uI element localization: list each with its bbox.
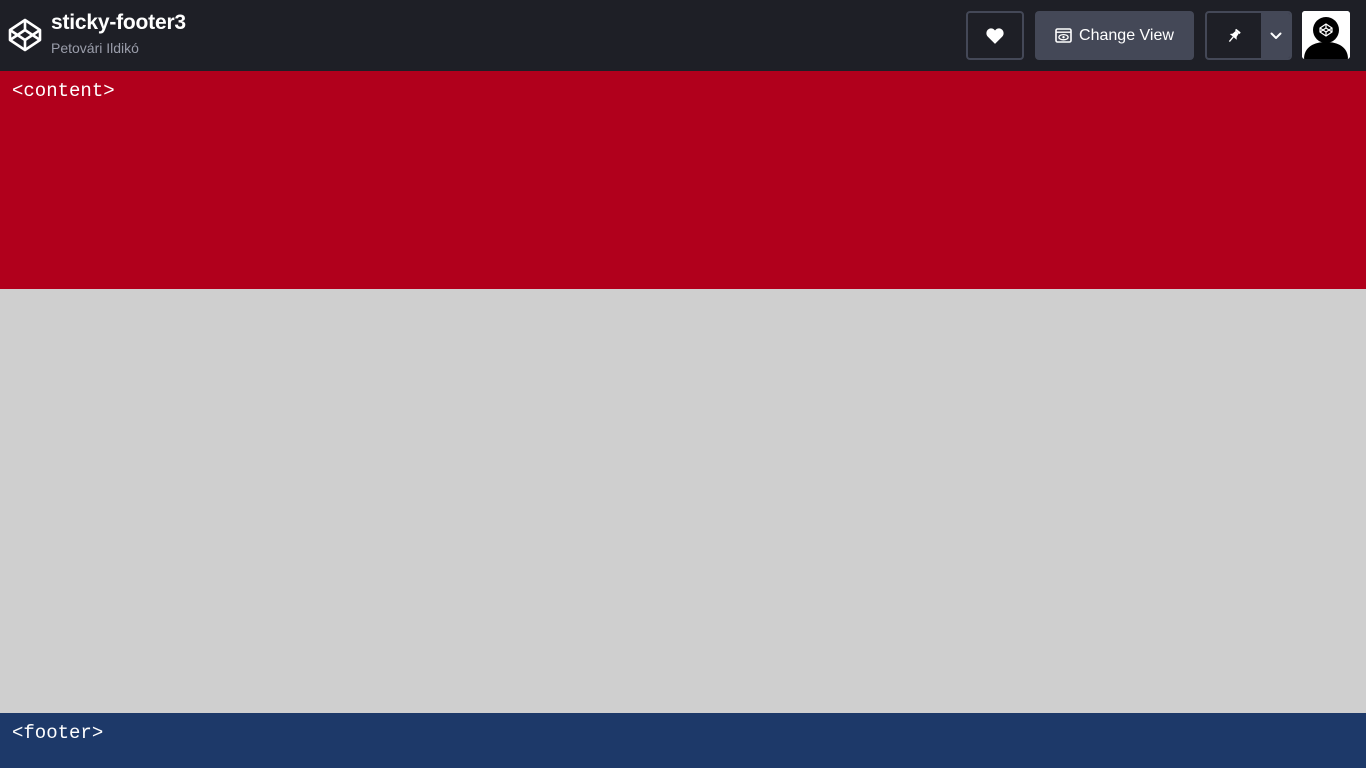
content-label: <content> bbox=[12, 80, 115, 102]
pin-dropdown-button[interactable] bbox=[1261, 13, 1290, 58]
pin-button-group bbox=[1205, 11, 1292, 60]
pen-author[interactable]: Petovári Ildikó bbox=[51, 40, 139, 56]
eye-window-icon bbox=[1055, 28, 1072, 43]
change-view-button[interactable]: Change View bbox=[1035, 11, 1194, 60]
chevron-down-icon bbox=[1270, 32, 1281, 39]
heart-button[interactable] bbox=[966, 11, 1024, 60]
avatar-image bbox=[1302, 11, 1350, 59]
page-body-area bbox=[0, 289, 1366, 713]
footer-label: <footer> bbox=[12, 722, 104, 744]
footer-section: <footer> bbox=[0, 713, 1366, 768]
top-bar: sticky-footer3 Petovári Ildikó Change Vi… bbox=[0, 0, 1366, 71]
content-section: <content> bbox=[0, 71, 1366, 289]
pin-icon bbox=[1228, 28, 1241, 42]
pen-title[interactable]: sticky-footer3 bbox=[51, 11, 186, 35]
codepen-logo-icon[interactable] bbox=[8, 18, 42, 52]
heart-icon bbox=[986, 27, 1004, 44]
user-avatar[interactable] bbox=[1302, 11, 1350, 59]
pin-button[interactable] bbox=[1207, 13, 1261, 58]
change-view-label: Change View bbox=[1079, 26, 1174, 44]
